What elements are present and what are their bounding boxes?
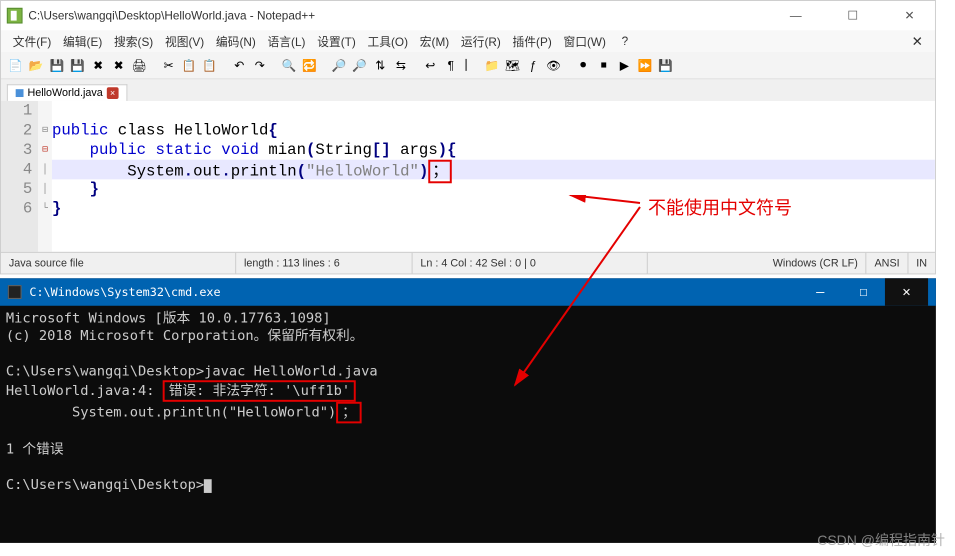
print-icon[interactable]: 🖨 [130, 56, 148, 74]
save-macro-icon[interactable]: 💾 [657, 56, 675, 74]
menu-edit[interactable]: 编辑(E) [59, 31, 106, 52]
code-area[interactable]: public class HelloWorld{ public static v… [52, 101, 935, 252]
menu-window[interactable]: 窗口(W) [560, 31, 610, 52]
status-length: length : 113 lines : 6 [236, 253, 412, 274]
undo-icon[interactable]: ↶ [230, 56, 248, 74]
status-filetype: Java source file [1, 253, 236, 274]
notepadpp-window: C:\Users\wangqi\Desktop\HelloWorld.java … [0, 0, 936, 274]
zoom-in-icon[interactable]: 🔎 [330, 56, 348, 74]
menu-settings[interactable]: 设置(T) [313, 31, 359, 52]
status-encoding: ANSI [867, 253, 909, 274]
sync-h-icon[interactable]: ⇆ [392, 56, 410, 74]
file-tab-label: HelloWorld.java [27, 87, 102, 99]
menu-plugins[interactable]: 插件(P) [509, 31, 556, 52]
doc-map-icon[interactable]: 🗺 [504, 56, 522, 74]
status-position: Ln : 4 Col : 42 Sel : 0 | 0 [413, 253, 648, 274]
menu-close-x[interactable]: ✕ [908, 31, 927, 52]
close-button[interactable]: ✕ [890, 9, 929, 23]
monitor-icon[interactable]: 👁 [545, 56, 563, 74]
play-macro-icon[interactable]: ▶ [615, 56, 633, 74]
stop-macro-icon[interactable]: ⏹ [595, 56, 613, 74]
menu-encoding[interactable]: 编码(N) [212, 31, 260, 52]
minimize-button[interactable]: — [776, 9, 815, 23]
paste-icon[interactable]: 📋 [201, 56, 219, 74]
menu-tools[interactable]: 工具(O) [364, 31, 412, 52]
play-multi-icon[interactable]: ⏩ [636, 56, 654, 74]
cmd-minimize-button[interactable]: — [799, 278, 842, 305]
file-tab-icon [16, 89, 24, 97]
func-list-icon[interactable]: ƒ [524, 56, 542, 74]
watermark: CSDN @编程指南针 [817, 530, 945, 550]
npp-titlebar[interactable]: C:\Users\wangqi\Desktop\HelloWorld.java … [1, 1, 935, 30]
open-file-icon[interactable]: 📂 [27, 56, 45, 74]
annotation-text: 不能使用中文符号 [648, 194, 792, 220]
close-file-icon[interactable]: ✖ [89, 56, 107, 74]
save-all-icon[interactable]: 💾 [69, 56, 87, 74]
error-char-box: ； [336, 402, 361, 424]
editor[interactable]: 1 2 3 4 5 6 ⊟⊟││└ public class HelloWorl… [1, 101, 935, 252]
menu-view[interactable]: 视图(V) [161, 31, 208, 52]
zoom-out-icon[interactable]: 🔎 [351, 56, 369, 74]
cut-icon[interactable]: ✂ [160, 56, 178, 74]
status-ins: IN [908, 253, 934, 274]
record-macro-icon[interactable]: ⏺ [574, 56, 592, 74]
copy-icon[interactable]: 📋 [180, 56, 198, 74]
npp-app-icon [7, 8, 23, 24]
cmd-title: C:\Windows\System32\cmd.exe [29, 285, 798, 299]
maximize-button[interactable]: ☐ [833, 9, 872, 23]
cmd-window: C:\Windows\System32\cmd.exe — ☐ ✕ Micros… [0, 278, 936, 543]
close-all-icon[interactable]: ✖ [110, 56, 128, 74]
cmd-cursor [204, 479, 212, 493]
npp-title: C:\Users\wangqi\Desktop\HelloWorld.java … [28, 9, 776, 23]
line-gutter: 1 2 3 4 5 6 [1, 101, 38, 252]
cmd-icon [8, 285, 22, 299]
status-eol: Windows (CR LF) [765, 253, 867, 274]
fold-margin[interactable]: ⊟⊟││└ [38, 101, 52, 252]
menu-macro[interactable]: 宏(M) [416, 31, 453, 52]
tab-bar: HelloWorld.java × [1, 79, 935, 101]
indent-guide-icon[interactable]: ⎸ [463, 56, 481, 74]
save-icon[interactable]: 💾 [48, 56, 66, 74]
show-all-chars-icon[interactable]: ¶ [442, 56, 460, 74]
status-bar: Java source file length : 113 lines : 6 … [1, 252, 935, 274]
menu-help[interactable]: ? [618, 32, 632, 50]
replace-icon[interactable]: 🔁 [301, 56, 319, 74]
file-tab[interactable]: HelloWorld.java × [7, 84, 127, 101]
sync-v-icon[interactable]: ⇅ [371, 56, 389, 74]
folder-panel-icon[interactable]: 📁 [483, 56, 501, 74]
current-line: System.out.println("HelloWorld")； [52, 160, 935, 180]
wordwrap-icon[interactable]: ↩ [421, 56, 439, 74]
cmd-titlebar[interactable]: C:\Windows\System32\cmd.exe — ☐ ✕ [0, 278, 936, 305]
toolbar: 📄 📂 💾 💾 ✖ ✖ 🖨 ✂ 📋 📋 ↶ ↷ 🔍 🔁 🔎 🔎 ⇅ ⇆ ↩ ¶ … [1, 52, 935, 79]
tab-close-icon[interactable]: × [107, 87, 119, 99]
menu-run[interactable]: 运行(R) [457, 31, 505, 52]
menu-file[interactable]: 文件(F) [9, 31, 55, 52]
menu-search[interactable]: 搜索(S) [110, 31, 157, 52]
cmd-close-button[interactable]: ✕ [885, 278, 928, 305]
find-icon[interactable]: 🔍 [280, 56, 298, 74]
cmd-output[interactable]: Microsoft Windows [版本 10.0.17763.1098] (… [0, 306, 936, 543]
cmd-maximize-button[interactable]: ☐ [842, 278, 885, 305]
error-message-box: 错误: 非法字符: '\uff1b' [163, 380, 356, 402]
menu-bar: 文件(F) 编辑(E) 搜索(S) 视图(V) 编码(N) 语言(L) 设置(T… [1, 30, 935, 52]
redo-icon[interactable]: ↷ [251, 56, 269, 74]
menu-language[interactable]: 语言(L) [264, 31, 310, 52]
new-file-icon[interactable]: 📄 [7, 56, 25, 74]
error-semicolon: ； [428, 160, 452, 184]
